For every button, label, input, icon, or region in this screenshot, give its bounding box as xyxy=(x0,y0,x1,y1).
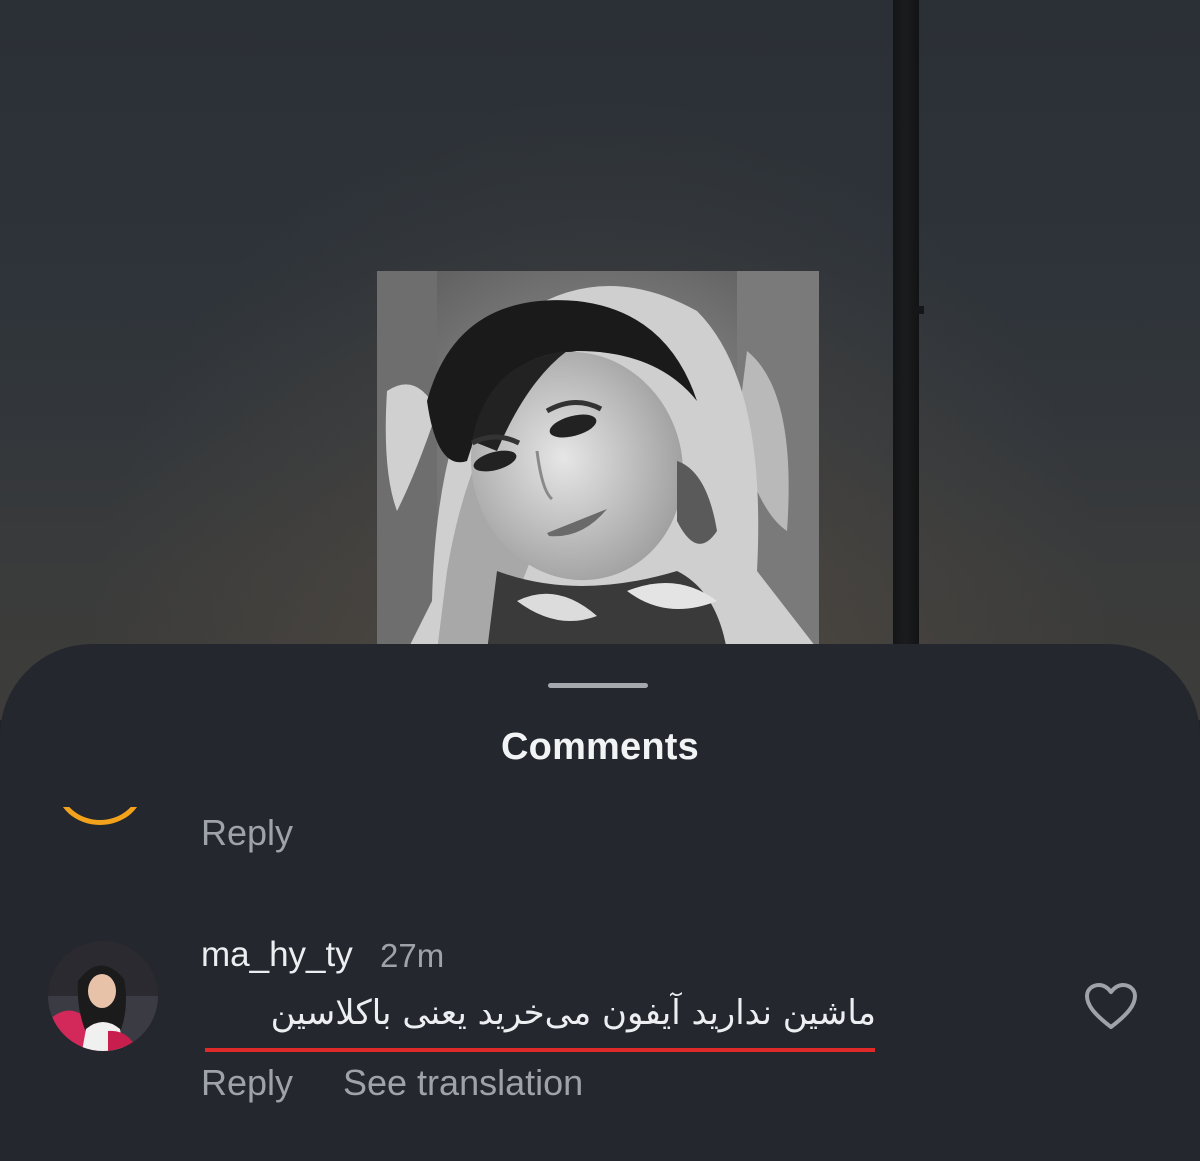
avatar[interactable] xyxy=(48,941,158,1051)
pole-bracket xyxy=(912,306,924,314)
previous-avatar-story-ring[interactable] xyxy=(56,807,144,825)
comment-text: ماشین ندارید آیفون می‌خرید یعنی باکلاسین xyxy=(270,993,876,1033)
sheet-title: Comments xyxy=(501,726,699,768)
previous-reply-button[interactable]: Reply xyxy=(201,812,293,854)
portrait-photo xyxy=(377,271,819,651)
comment-list[interactable]: Reply ma_hy_ty 27m ماشین ندارید آیفون می… xyxy=(0,807,1200,1161)
video-background xyxy=(0,0,1200,720)
comments-sheet: Comments Reply ma_hy_ty 27m ماشین ندارید… xyxy=(0,644,1200,1161)
highlight-underline xyxy=(205,1048,875,1052)
reply-button[interactable]: Reply xyxy=(201,1062,293,1104)
comment-username[interactable]: ma_hy_ty xyxy=(201,935,353,975)
comments-screen: Comments Reply ma_hy_ty 27m ماشین ندارید… xyxy=(0,0,1200,1161)
comment-timestamp: 27m xyxy=(380,937,445,974)
heart-outline-icon[interactable] xyxy=(1084,982,1138,1032)
drag-handle[interactable] xyxy=(548,683,648,688)
street-pole xyxy=(893,0,919,660)
see-translation-button[interactable]: See translation xyxy=(343,1062,583,1104)
